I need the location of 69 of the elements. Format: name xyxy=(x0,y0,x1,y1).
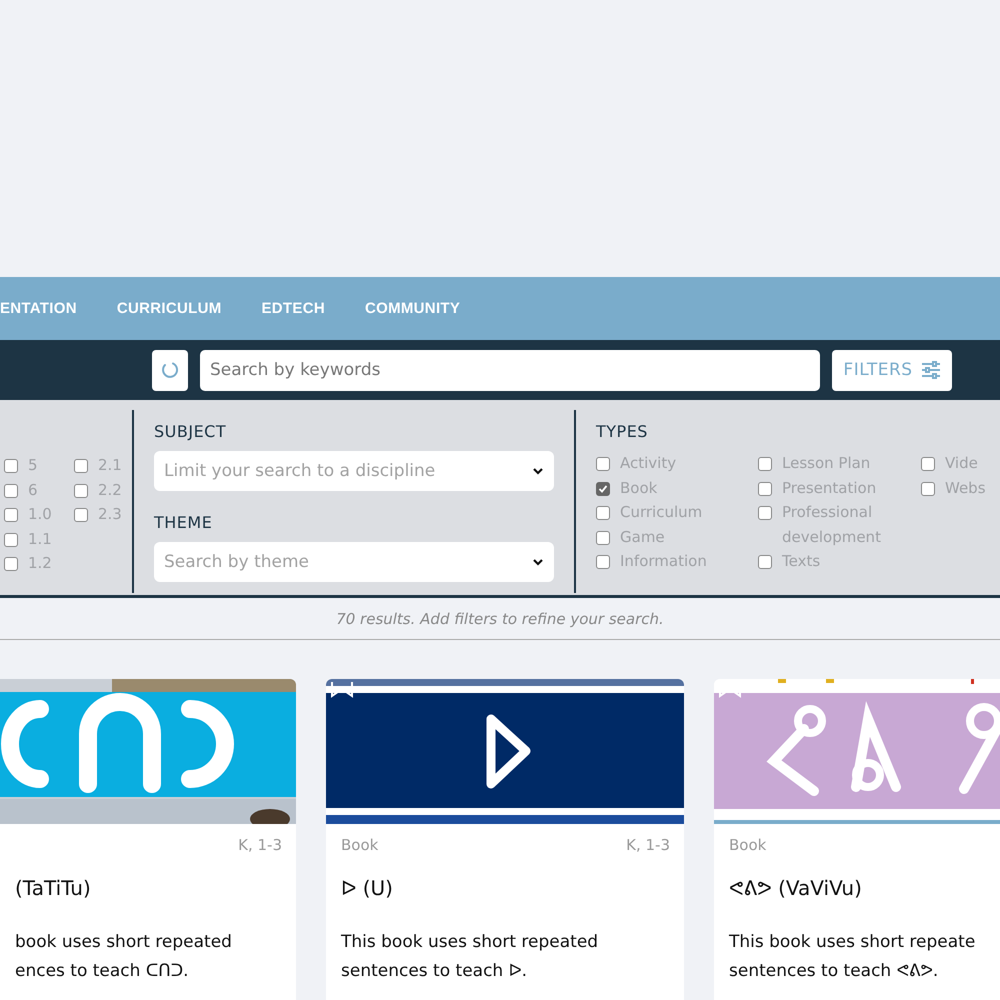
checkbox[interactable] xyxy=(4,459,18,473)
sliders-icon xyxy=(920,361,941,379)
checkbox-label: Book xyxy=(620,478,658,499)
checkbox-label: Webs xyxy=(945,478,987,499)
grade-levels: K, 1-3 xyxy=(238,836,282,856)
checkbox[interactable] xyxy=(596,482,610,496)
theme-dropdown[interactable]: Search by theme xyxy=(154,542,554,582)
results-count: 70 results. Add filters to refine your search. xyxy=(0,598,1000,640)
nav-link[interactable]: CURRICULUM xyxy=(116,300,222,317)
checkbox[interactable] xyxy=(921,482,935,496)
card-title: ᐅ (U) xyxy=(340,875,394,900)
checkbox[interactable] xyxy=(758,506,772,520)
checkbox-label: 1.2 xyxy=(28,553,52,574)
checkbox[interactable] xyxy=(921,457,935,471)
chevron-down-icon xyxy=(532,467,544,475)
card-description: This book uses short repeate sentences to teach ᕙᕕᕗ. xyxy=(728,931,976,983)
checkbox[interactable] xyxy=(758,457,772,471)
checkmark-icon xyxy=(598,484,608,494)
checkbox[interactable] xyxy=(4,532,18,547)
checkbox-label: 5 xyxy=(28,455,38,476)
checkbox[interactable] xyxy=(74,508,88,522)
filter-heading: TYPES xyxy=(596,422,649,441)
card-title: ᕙᕕᕗ (VaViVu) xyxy=(728,875,863,900)
checkbox[interactable] xyxy=(596,457,610,471)
filters-button[interactable]: FILTERS xyxy=(832,350,952,390)
checkbox-label: 2.1 xyxy=(98,455,122,476)
checkbox-label: Presentation xyxy=(782,478,878,499)
checkbox-label: 1.1 xyxy=(28,528,52,550)
resource-card[interactable]: Book K, 1-3 ᐅ (U) This book uses short repeated sentences to teach ᐅ. xyxy=(326,679,684,1000)
checkbox-label: Texts xyxy=(782,551,822,572)
checkbox-label: Vide xyxy=(945,453,979,474)
checkbox-label: Game xyxy=(620,526,666,548)
card-description: This book uses short repeated sentences to teach ᐅ. xyxy=(340,931,600,983)
checkbox-label: Curriculum xyxy=(620,502,704,524)
card-description: book uses short repeated ences to teach ᑕᑎᑐ. xyxy=(14,931,233,983)
checkbox[interactable] xyxy=(758,482,772,496)
filter-heading: SUBJECT xyxy=(154,422,228,441)
checkbox[interactable] xyxy=(74,459,88,473)
checkbox-label: 6 xyxy=(28,480,38,501)
checkbox[interactable] xyxy=(4,484,18,498)
checkbox-label: 2.3 xyxy=(98,504,122,526)
nav-link[interactable]: EDTECH xyxy=(262,300,325,317)
resource-type: Book xyxy=(341,836,378,856)
checkbox[interactable] xyxy=(4,557,18,572)
checkbox[interactable] xyxy=(758,555,772,570)
nav-link[interactable]: ENTATION xyxy=(0,300,77,317)
search-field[interactable]: Search by keywords xyxy=(200,350,820,390)
checkbox-label: Activity xyxy=(620,453,678,474)
subject-dropdown[interactable]: Limit your search to a discipline xyxy=(154,451,554,491)
grade-levels: K, 1-3 xyxy=(626,836,670,856)
checkbox[interactable] xyxy=(4,508,18,522)
checkbox-label: Professional development xyxy=(782,502,882,548)
checkbox-label: 2.2 xyxy=(98,480,122,501)
checkbox-label: Information xyxy=(620,551,708,572)
checkbox-label: Lesson Plan xyxy=(782,453,872,474)
nav-link[interactable]: COMMUNITY xyxy=(364,300,460,317)
checkbox[interactable] xyxy=(596,530,610,545)
reset-button[interactable] xyxy=(152,350,188,390)
refresh-icon xyxy=(160,360,180,380)
card-title: (TaTiTu) xyxy=(14,875,92,900)
checkbox[interactable] xyxy=(596,555,610,570)
checkbox-label: 1.0 xyxy=(28,504,52,526)
chevron-down-icon xyxy=(532,558,544,566)
resource-card[interactable]: K, 1-3 (TaTiTu) book uses short repeated ences to teach ᑕᑎᑐ. xyxy=(0,679,296,1000)
filter-heading: THEME xyxy=(154,513,214,532)
resource-type: Book xyxy=(729,836,766,856)
checkbox[interactable] xyxy=(596,506,610,520)
checkbox[interactable] xyxy=(74,484,88,498)
resource-card[interactable]: Book ᕙᕕᕗ (VaViVu) This book uses short repeate sentences to teach ᕙᕕᕗ. xyxy=(714,679,1000,1000)
